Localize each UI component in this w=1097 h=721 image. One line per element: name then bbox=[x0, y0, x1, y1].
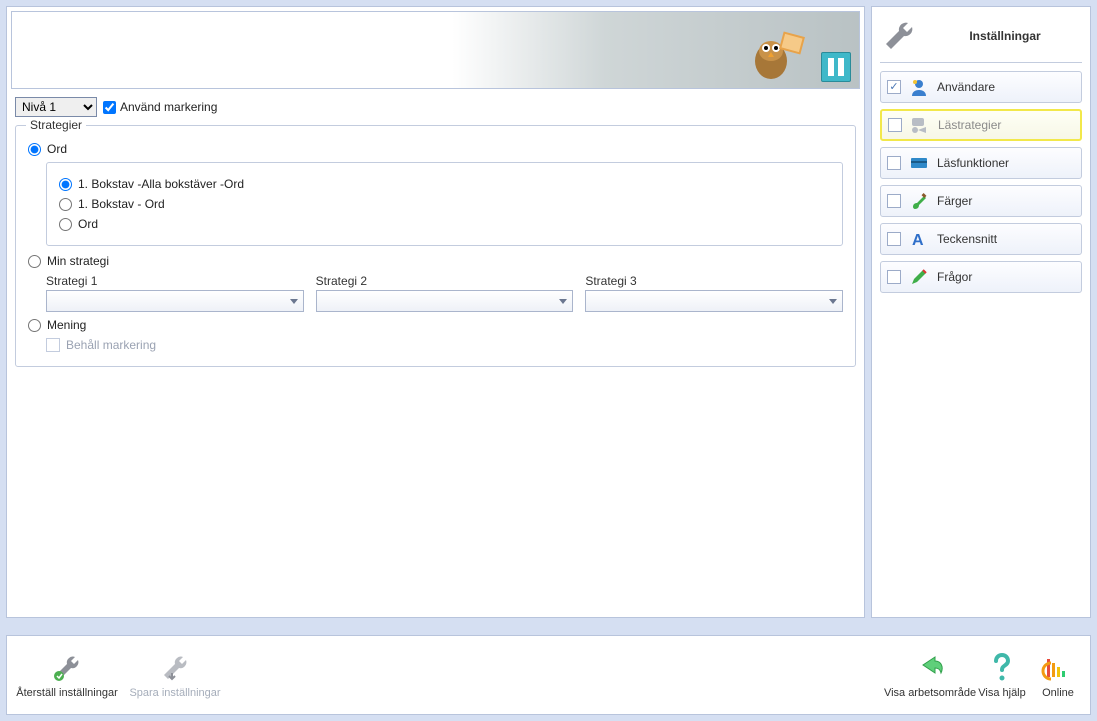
radio-ord[interactable]: Ord bbox=[28, 142, 843, 156]
owl-icon bbox=[741, 16, 811, 86]
wrench-icon bbox=[880, 17, 918, 55]
card-icon bbox=[909, 153, 929, 173]
wrench-reset-icon bbox=[50, 651, 84, 685]
nav-lastrategier[interactable]: Lästrategier bbox=[880, 109, 1082, 141]
nav-teckensnitt[interactable]: A Teckensnitt bbox=[880, 223, 1082, 255]
font-icon: A bbox=[909, 229, 929, 249]
settings-title: Inställningar bbox=[928, 29, 1082, 43]
reset-settings-button[interactable]: Återställ inställningar bbox=[13, 640, 121, 710]
header-banner bbox=[11, 11, 860, 89]
strategi3-combo[interactable] bbox=[585, 290, 843, 312]
use-marking-checkbox[interactable]: Använd markering bbox=[103, 100, 217, 114]
strategy-icon bbox=[910, 115, 930, 135]
nav-farger-checkbox[interactable] bbox=[887, 194, 901, 208]
show-workspace-button[interactable]: Visa arbetsområde bbox=[888, 640, 972, 710]
strategi2-label: Strategi 2 bbox=[316, 274, 574, 288]
svg-text:A: A bbox=[912, 232, 924, 249]
online-button[interactable]: Online bbox=[1032, 640, 1084, 710]
nav-anvandare[interactable]: Användare bbox=[880, 71, 1082, 103]
strategier-legend: Strategier bbox=[26, 118, 86, 132]
nav-anvandare-checkbox[interactable] bbox=[887, 80, 901, 94]
strategier-fieldset: Strategier Ord 1. Bokstav -Alla bokstäve… bbox=[15, 125, 856, 367]
strategi2-combo[interactable] bbox=[316, 290, 574, 312]
arrow-back-icon bbox=[913, 651, 947, 685]
nav-lasfunktioner-checkbox[interactable] bbox=[887, 156, 901, 170]
strategi3-label: Strategi 3 bbox=[585, 274, 843, 288]
radio-min-strategi[interactable]: Min strategi bbox=[28, 254, 843, 268]
bottom-toolbar: Återställ inställningar Spara inställnin… bbox=[6, 635, 1091, 715]
nav-lastrategier-checkbox[interactable] bbox=[888, 118, 902, 132]
settings-nav-panel: Inställningar Användare Lästrategier Läs… bbox=[871, 6, 1091, 618]
radio-mening[interactable]: Mening bbox=[28, 318, 843, 332]
nav-farger[interactable]: Färger bbox=[880, 185, 1082, 217]
main-settings-panel: Nivå 1 Använd markering Strategier Ord 1… bbox=[6, 6, 865, 618]
behall-markering-checkbox[interactable]: Behåll markering bbox=[46, 338, 843, 352]
ord-options-box: 1. Bokstav -Alla bokstäver -Ord 1. Bokst… bbox=[46, 162, 843, 246]
save-settings-button[interactable]: Spara inställningar bbox=[121, 640, 229, 710]
nav-lasfunktioner[interactable]: Läsfunktioner bbox=[880, 147, 1082, 179]
radio-ord-opt-3[interactable]: Ord bbox=[59, 217, 830, 231]
strategi1-combo[interactable] bbox=[46, 290, 304, 312]
pause-button[interactable] bbox=[821, 52, 851, 82]
use-marking-label: Använd markering bbox=[120, 100, 217, 114]
online-icon bbox=[1041, 651, 1075, 685]
brush-icon bbox=[909, 191, 929, 211]
pen-icon bbox=[909, 267, 929, 287]
wrench-save-icon bbox=[158, 651, 192, 685]
user-icon bbox=[909, 77, 929, 97]
radio-ord-opt-1[interactable]: 1. Bokstav -Alla bokstäver -Ord bbox=[59, 177, 830, 191]
radio-ord-opt-2[interactable]: 1. Bokstav - Ord bbox=[59, 197, 830, 211]
level-select[interactable]: Nivå 1 bbox=[15, 97, 97, 117]
strategi1-label: Strategi 1 bbox=[46, 274, 304, 288]
nav-fragor-checkbox[interactable] bbox=[887, 270, 901, 284]
help-icon bbox=[985, 651, 1019, 685]
nav-teckensnitt-checkbox[interactable] bbox=[887, 232, 901, 246]
nav-fragor[interactable]: Frågor bbox=[880, 261, 1082, 293]
show-help-button[interactable]: Visa hjälp bbox=[972, 640, 1032, 710]
